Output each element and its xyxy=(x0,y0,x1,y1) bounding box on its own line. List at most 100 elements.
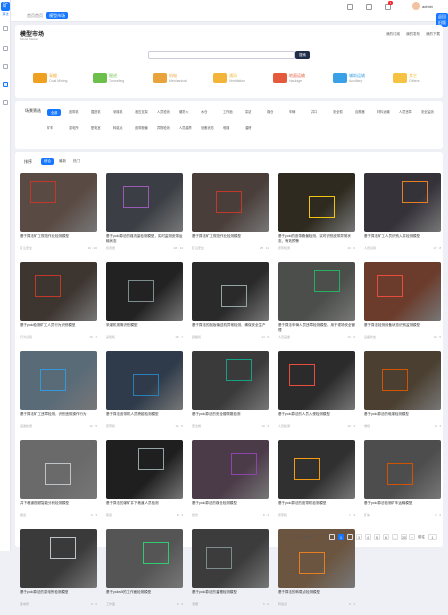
next-page-button[interactable]: › xyxy=(409,534,415,540)
page-number[interactable]: 2 xyxy=(347,534,353,540)
filter-tag[interactable]: 堆煤 xyxy=(223,125,229,130)
model-card[interactable]: 基于算法矿工人员识别入井检测模型 人员识别 17 · 8 xyxy=(364,173,441,259)
filter-tag[interactable]: 泵站 xyxy=(245,109,251,114)
page-number[interactable]: 4 xyxy=(365,534,371,540)
filter-tag[interactable]: 安全监测 xyxy=(421,109,434,114)
model-caption[interactable]: 基于yolo算法的堆煤检测模型 xyxy=(364,412,441,422)
model-card[interactable]: 基于yolo的皮带跑偏检测，实时识别皮带异常状态，有效预警 皮带检测 19 · 9 xyxy=(278,173,355,259)
model-thumbnail[interactable] xyxy=(278,262,355,321)
model-card[interactable]: 基于yolo算法的煤流量检测模型，实时监测皮带运输状态 煤流量 28 · 14 xyxy=(106,173,183,259)
model-card[interactable]: 基于yolo算法检测矿车运输模型 矿车 7 · 2 xyxy=(364,440,441,526)
filter-tag[interactable]: 异物检测 xyxy=(157,125,170,130)
model-caption[interactable]: 基于算法的煤矿井下巷道人员检测 xyxy=(106,501,183,511)
filter-tag[interactable]: 转载点 xyxy=(113,125,123,130)
home-icon[interactable] xyxy=(3,26,8,31)
model-card[interactable]: 基于算法车辆人员违章检测模型，用于现场安全管理 人员违章 13 · 6 xyxy=(278,262,355,348)
home-top-icon[interactable] xyxy=(347,4,353,10)
model-card[interactable]: 基于算法的煤矿井下巷道人员检测 巷道 8 · 3 xyxy=(106,440,183,526)
filter-tag[interactable]: 工作面 xyxy=(223,109,233,114)
sort-option[interactable]: 综合 xyxy=(41,158,54,165)
search-input[interactable] xyxy=(148,51,295,59)
model-card[interactable]: 基于算法的刮板输送机异常检测，确保安全生产 刮板机 14 · 6 xyxy=(192,262,269,348)
filter-tag[interactable]: 人员违章 xyxy=(399,109,412,114)
filter-tag[interactable]: 配电室 xyxy=(91,125,101,130)
model-card[interactable]: 基于yolo检测矿工人员行为识别模型 行为识别 16 · 7 xyxy=(20,262,97,348)
quick-link[interactable]: 我的发布 xyxy=(406,32,420,36)
avatar[interactable] xyxy=(412,2,420,10)
model-card[interactable]: 基于yolo算法的皮带机检测模型 皮带机 7 · 3 xyxy=(278,440,355,526)
model-thumbnail[interactable] xyxy=(106,351,183,410)
sort-option[interactable]: 热门 xyxy=(70,158,83,165)
filter-tag[interactable]: 烟雾火 xyxy=(179,109,189,114)
filter-tag[interactable]: 掘进机 xyxy=(91,109,101,114)
filter-tag[interactable]: 人员检测 xyxy=(157,109,170,114)
model-caption[interactable]: 基于yolo算法的煤仓检测模型 xyxy=(192,501,269,511)
model-thumbnail[interactable] xyxy=(192,262,269,321)
page-number[interactable]: 6 xyxy=(383,534,389,540)
model-caption[interactable]: 基于算法矿工人员识别入井检测模型 xyxy=(364,234,441,244)
model-thumbnail[interactable] xyxy=(20,440,97,499)
filter-tag[interactable]: 溜槽 xyxy=(245,125,251,130)
model-thumbnail[interactable] xyxy=(106,173,183,232)
model-caption[interactable]: 基于yolo检测矿工人员行为识别模型 xyxy=(20,323,97,333)
model-caption[interactable]: 基于yolo算法的变电所检测模型 xyxy=(20,590,97,600)
model-caption[interactable]: 基于yolo算法的人员入侵检测模型 xyxy=(278,412,355,422)
filter-tag[interactable]: 车辆 xyxy=(289,109,295,114)
model-thumbnail[interactable] xyxy=(278,351,355,410)
filter-tag[interactable]: 液压支架 xyxy=(135,109,148,114)
model-caption[interactable]: 基于算法矿工规范作业检测模型 xyxy=(192,234,269,244)
model-thumbnail[interactable] xyxy=(364,173,441,232)
model-caption[interactable]: 基于算法检测设备状态识别监测模型 xyxy=(364,323,441,333)
page-number[interactable]: 3 xyxy=(356,534,362,540)
filter-tag[interactable]: 水仓 xyxy=(201,109,207,114)
filter-tag[interactable]: 自救器 xyxy=(355,109,365,114)
model-card[interactable]: 基于yolo算法的人员入侵检测模型 人员检测 10 · 4 xyxy=(278,351,355,437)
model-caption[interactable]: 基于算法矿工违章检测，识别违规操作行为 xyxy=(20,412,97,422)
model-card[interactable]: 基于算法矿工规范作业检测模型 矿山安全 25 · 11 xyxy=(192,173,269,259)
sort-option[interactable]: 最新 xyxy=(56,158,69,165)
model-thumbnail[interactable] xyxy=(106,440,183,499)
model-thumbnail[interactable] xyxy=(278,173,355,232)
model-card[interactable]: 井下巷道视频智能分析检测模型 巷道 9 · 3 xyxy=(20,440,97,526)
model-caption[interactable]: 采煤机滚筒识别模型 xyxy=(106,323,183,333)
model-caption[interactable]: 基于yolo算法的安全帽佩戴检测 xyxy=(192,412,269,422)
model-thumbnail[interactable] xyxy=(192,351,269,410)
grid-icon[interactable] xyxy=(3,46,8,51)
model-caption[interactable]: 基于算法的刮板输送机异常检测，确保安全生产 xyxy=(192,323,269,333)
model-card[interactable]: 基于yolo算法的堆煤检测模型 堆煤 9 · 4 xyxy=(364,351,441,437)
breadcrumb-home[interactable]: 首页首页 xyxy=(27,13,43,18)
model-caption[interactable]: 基于yolo算法的溜槽检测模型 xyxy=(192,590,269,600)
model-thumbnail[interactable] xyxy=(106,262,183,321)
model-thumbnail[interactable] xyxy=(192,173,269,232)
model-thumbnail[interactable] xyxy=(364,262,441,321)
chart-icon[interactable] xyxy=(3,64,8,69)
filter-tag[interactable]: 变电所 xyxy=(69,125,79,130)
model-thumbnail[interactable] xyxy=(20,262,97,321)
model-caption[interactable]: 基于yolo算法检测矿车运输模型 xyxy=(364,501,441,511)
breadcrumb-current[interactable]: 模型市场 xyxy=(46,12,69,19)
model-caption[interactable]: 基于yolov5的工作面检测模型 xyxy=(106,590,183,600)
model-caption[interactable]: 基于算法皮带机人员跨越检测模型 xyxy=(106,412,183,422)
filter-tag[interactable]: 全部 xyxy=(47,109,62,116)
prev-page-button[interactable]: ‹ xyxy=(329,534,335,540)
model-card[interactable]: 基于yolo算法的安全帽佩戴检测 安全帽 10 · 4 xyxy=(192,351,269,437)
model-card[interactable]: 基于yolo算法的煤仓检测模型 煤仓 8 · 3 xyxy=(192,440,269,526)
category-item[interactable]: 采掘 Coal Mining xyxy=(33,71,73,89)
page-number[interactable]: 1 xyxy=(338,534,344,540)
model-card[interactable]: 基于算法皮带机人员跨越检测模型 皮带机 11 · 5 xyxy=(106,351,183,437)
model-card[interactable]: 采煤机滚筒识别模型 采煤机 15 · 7 xyxy=(106,262,183,348)
message-icon[interactable] xyxy=(366,4,372,10)
filter-tag[interactable]: 安全帽 xyxy=(333,109,343,114)
filter-tag[interactable]: 采煤机 xyxy=(113,109,123,114)
filter-tag[interactable]: 设备状态 xyxy=(201,125,214,130)
filter-tag[interactable]: 人员越界 xyxy=(179,125,192,130)
quick-link[interactable]: 我的订阅 xyxy=(386,32,400,36)
model-thumbnail[interactable] xyxy=(364,351,441,410)
market-icon[interactable] xyxy=(3,82,8,87)
category-item[interactable]: 辅助运输 Auxiliary xyxy=(333,71,373,89)
model-caption[interactable]: 基于yolo算法的皮带机检测模型 xyxy=(278,501,355,511)
model-thumbnail[interactable] xyxy=(20,351,97,410)
page-number[interactable]: 5 xyxy=(374,534,380,540)
category-item[interactable]: 地面运输 Haulage xyxy=(273,71,313,89)
model-card[interactable]: 基于算法矿工规范作业检测模型 矿山安全 32 · 20 xyxy=(20,173,97,259)
